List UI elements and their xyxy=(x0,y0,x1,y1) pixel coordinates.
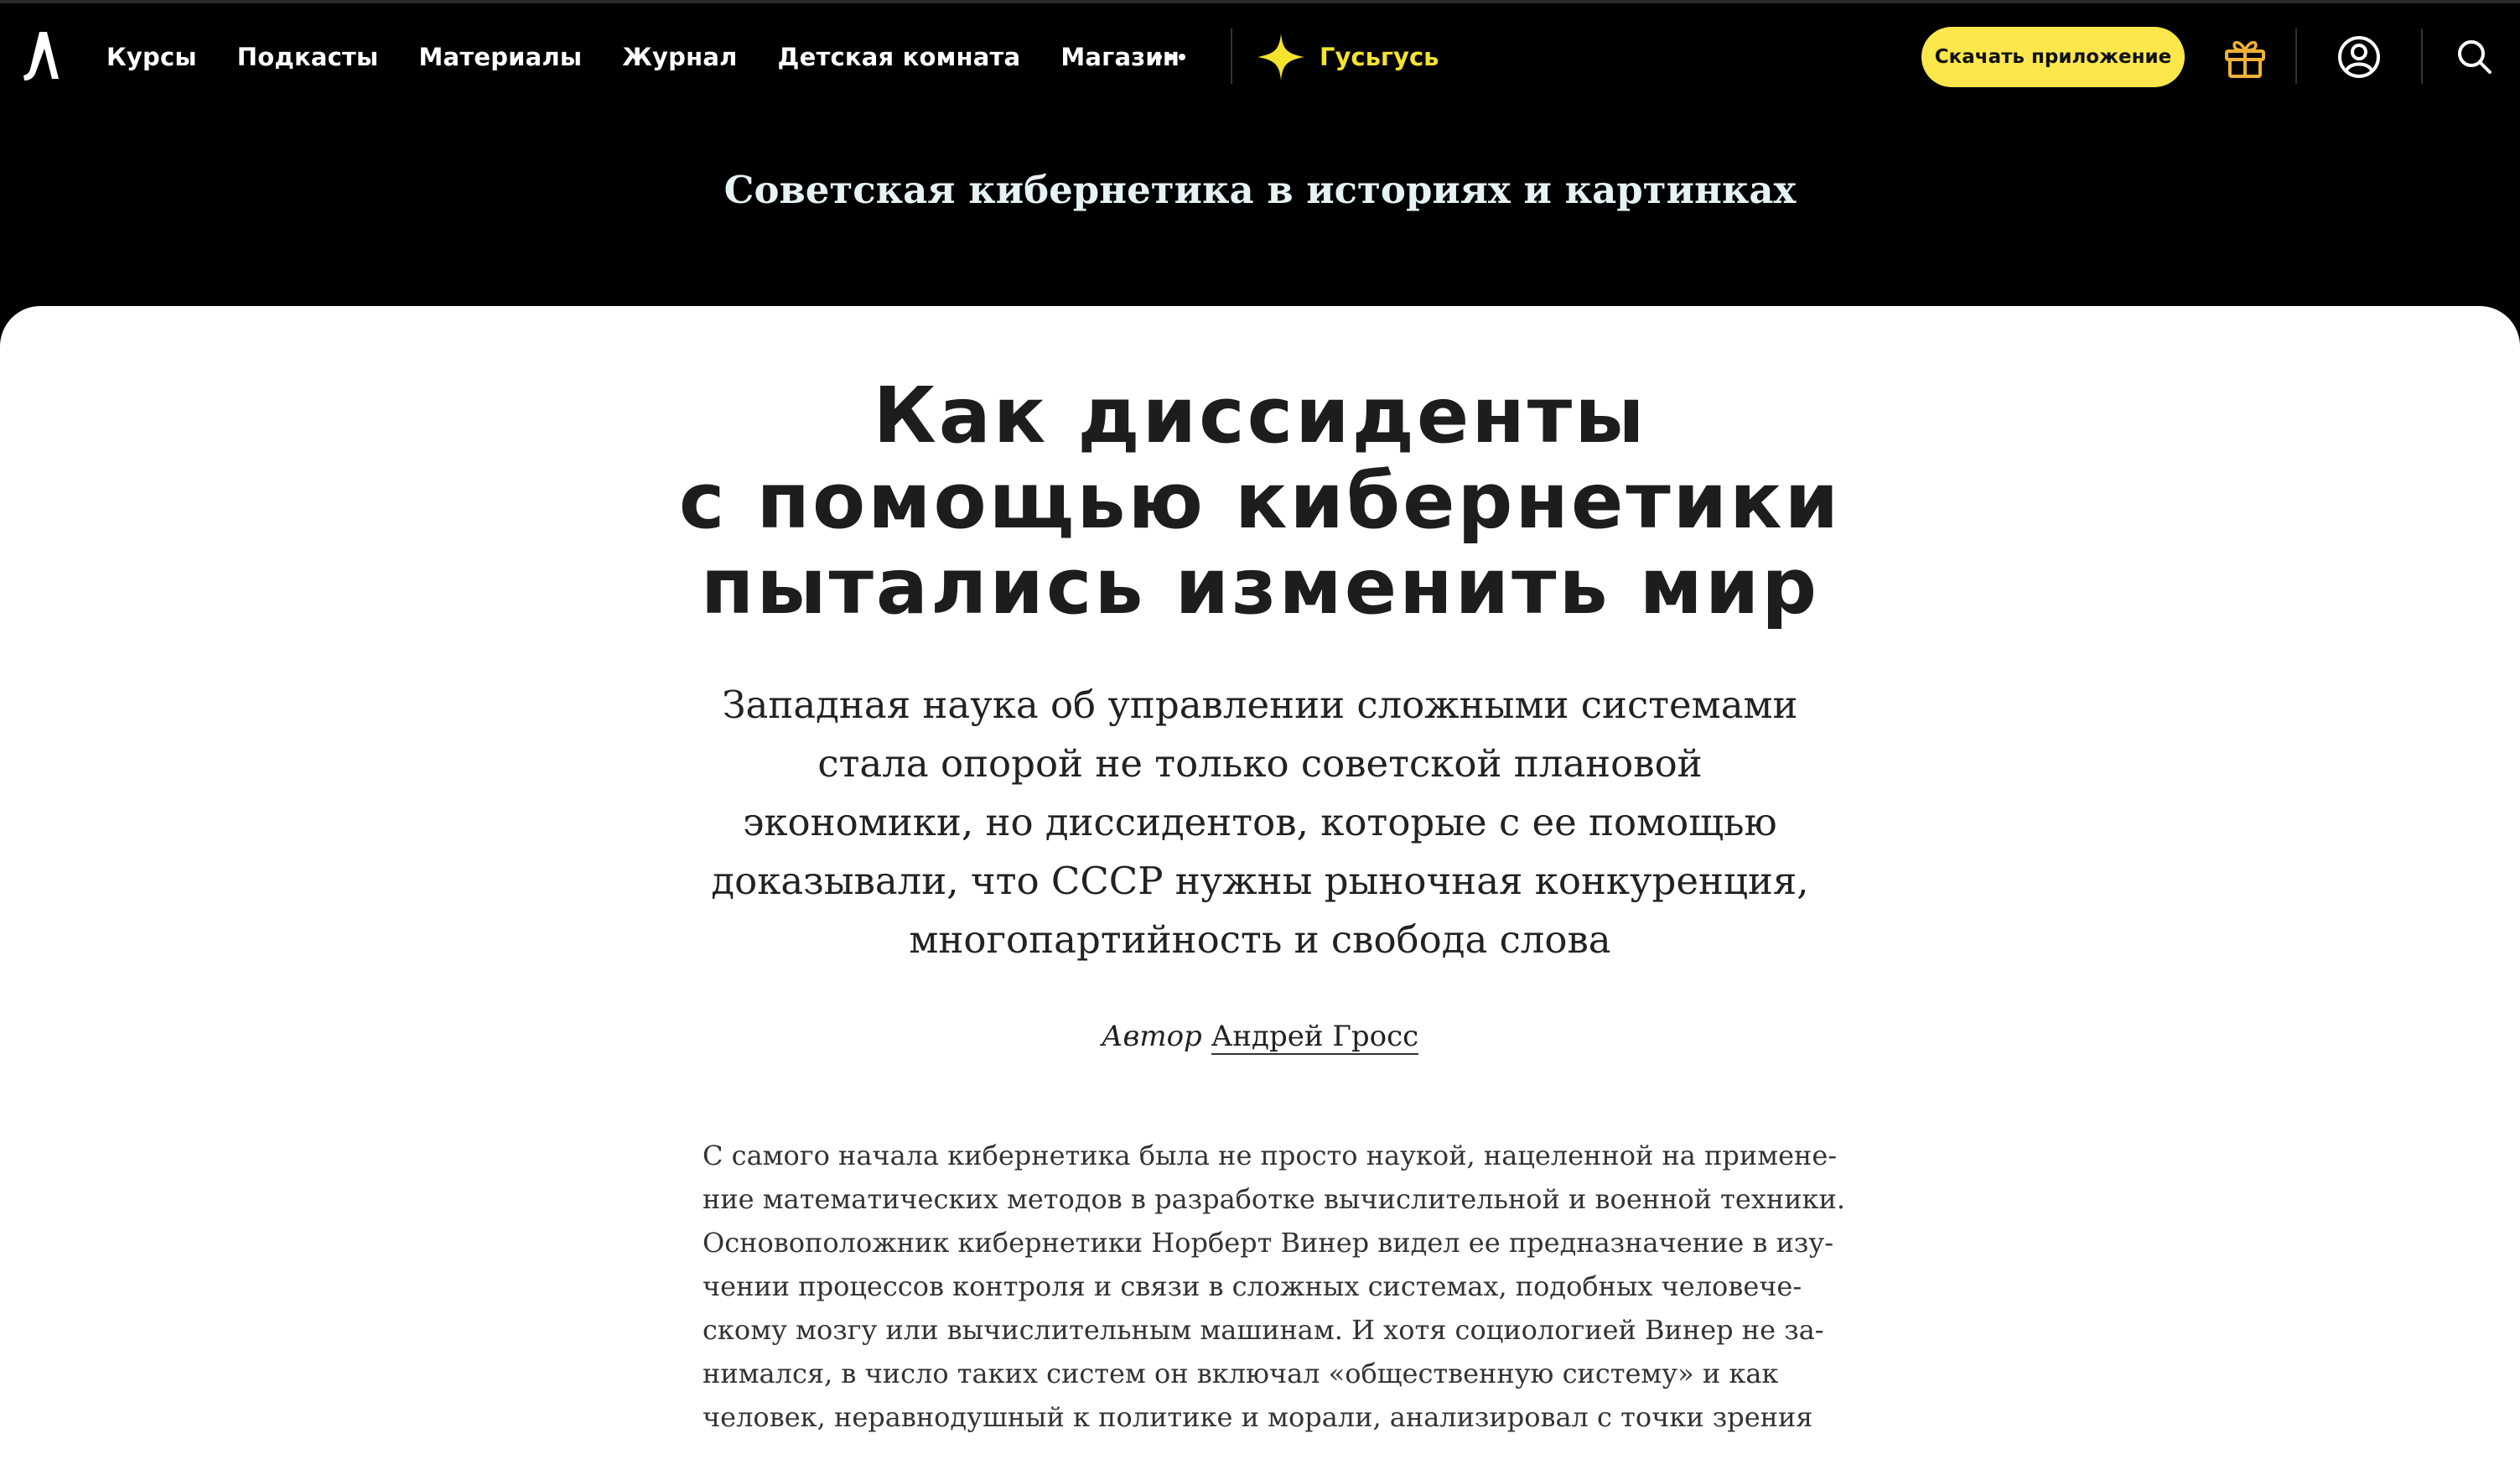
headline-line: с помощью кибернетики xyxy=(678,456,1842,546)
nav-item-materials[interactable]: Материалы xyxy=(419,43,583,71)
body-line: Основоположник кибернетики Норберт Винер… xyxy=(703,1227,1833,1259)
nav-item-journal[interactable]: Журнал xyxy=(622,43,737,71)
lead-line: стала опорой не только советской планово… xyxy=(817,741,1703,786)
search-icon xyxy=(2458,40,2491,74)
arzamas-logo-icon[interactable] xyxy=(22,30,60,82)
user-icon xyxy=(2338,36,2380,78)
body-line: нимался, в число таких систем он включал… xyxy=(703,1358,1779,1389)
article-headline: Как диссиденты с помощью кибернетики пыт… xyxy=(506,373,2014,630)
gift-icon xyxy=(2225,40,2265,78)
body-line: ние математических методов в разработке … xyxy=(703,1183,1846,1215)
main-nav: Курсы Подкасты Материалы Журнал Детская … xyxy=(106,37,1180,77)
article-body: С самого начала кибернетика была не прос… xyxy=(703,1134,1846,1439)
nav-divider xyxy=(2421,29,2423,84)
gift-button[interactable] xyxy=(2220,32,2270,82)
top-navigation-bar: Курсы Подкасты Материалы Журнал Детская … xyxy=(0,0,2520,107)
nav-divider xyxy=(2295,29,2297,84)
lead-line: многопартийность и свобода слова xyxy=(909,917,1611,962)
series-title-link[interactable]: Советская кибернетика в историях и карти… xyxy=(0,168,2520,212)
nav-item-courses[interactable]: Курсы xyxy=(106,43,197,71)
body-line: человек, неравнодушный к политике и мора… xyxy=(703,1401,1813,1433)
ellipsis-icon[interactable] xyxy=(1154,50,1187,64)
lead-line: Западная наука об управлении сложными си… xyxy=(722,683,1798,727)
goose-link[interactable]: Гусьгусь xyxy=(1256,30,1439,84)
author-link[interactable]: Андрей Гросс xyxy=(1211,1020,1419,1055)
goose-label: Гусьгусь xyxy=(1320,43,1439,71)
sparkle-icon xyxy=(1257,34,1304,80)
article-byline: Автор Андрей Гросс xyxy=(0,1020,2520,1055)
profile-button[interactable] xyxy=(2334,32,2384,82)
body-line: С самого начала кибернетика была не прос… xyxy=(703,1140,1838,1171)
nav-item-podcasts[interactable]: Подкасты xyxy=(237,43,379,71)
download-app-button[interactable]: Скачать приложение xyxy=(1921,27,2185,87)
nav-divider xyxy=(1231,29,1232,84)
nav-item-kids-room[interactable]: Детская комната xyxy=(778,43,1021,71)
lead-line: экономики, но диссидентов, которые с ее … xyxy=(743,800,1777,844)
article-lead: Западная наука об управлении сложными си… xyxy=(673,676,1847,969)
byline-label: Автор xyxy=(1101,1020,1202,1053)
search-button[interactable] xyxy=(2450,32,2500,82)
headline-line: Как диссиденты xyxy=(873,371,1647,460)
headline-line: пытались изменить мир xyxy=(700,542,1820,631)
body-line: чении процессов контроля и связи в сложн… xyxy=(703,1270,1802,1302)
lead-line: доказывали, что СССР нужны рыночная конк… xyxy=(711,859,1809,903)
body-line: скому мозгу или вычислительным машинам. … xyxy=(703,1314,1824,1346)
